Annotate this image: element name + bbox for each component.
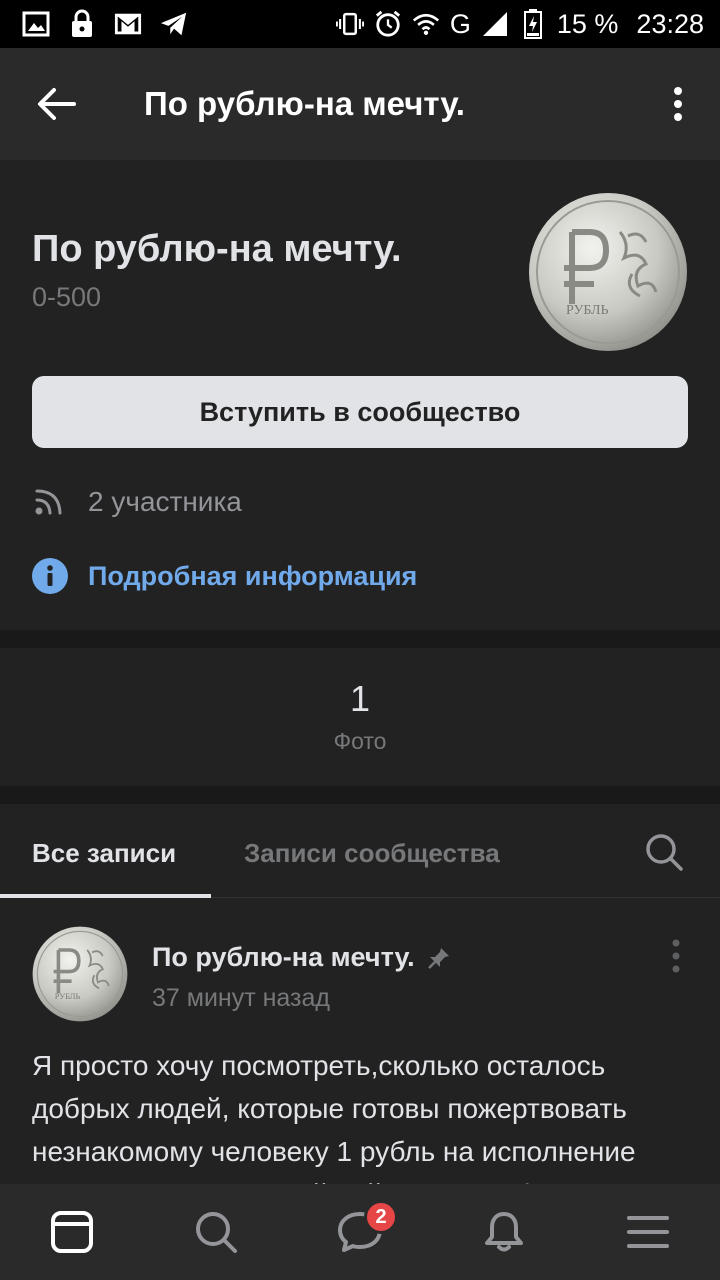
status-bar: G 15 % 23:28 <box>0 0 720 48</box>
telegram-icon <box>160 10 188 38</box>
messages-badge: 2 <box>364 1200 398 1234</box>
post-author[interactable]: По рублю-на мечту. <box>152 942 451 973</box>
nav-news[interactable] <box>36 1196 108 1268</box>
tab-all-posts[interactable]: Все записи <box>32 838 176 869</box>
battery-level: 15 % <box>556 8 619 39</box>
gmail-icon <box>114 10 142 38</box>
image-icon <box>22 10 50 38</box>
notifications-icon <box>485 1212 523 1252</box>
pin-icon <box>427 947 449 969</box>
info-icon <box>32 558 68 594</box>
tab-community-posts[interactable]: Записи сообщества <box>244 838 500 869</box>
post-more-button[interactable] <box>664 938 688 974</box>
nav-search[interactable] <box>180 1196 252 1268</box>
wall-post: РУБЛЬ По рублю-на мечту. 37 минут назад … <box>0 898 720 1186</box>
network-type: G <box>449 8 471 39</box>
page-title: По рублю-на мечту. <box>144 85 465 122</box>
group-header: По рублю-на мечту. 0-500 РУБЛЬ Вступить … <box>0 160 720 630</box>
signal-icon <box>481 10 509 38</box>
wall-search-button[interactable] <box>644 832 684 872</box>
nav-notifications[interactable] <box>468 1196 540 1268</box>
post-author-avatar[interactable]: РУБЛЬ <box>32 926 128 1022</box>
group-name: По рублю-на мечту. <box>32 228 402 270</box>
svg-text:РУБЛЬ: РУБЛЬ <box>566 303 609 318</box>
wifi-icon <box>412 10 440 38</box>
vibrate-icon <box>335 10 364 38</box>
members-row[interactable]: 2 участника <box>32 486 242 518</box>
alarm-icon <box>374 10 402 38</box>
nav-menu[interactable] <box>612 1196 684 1268</box>
details-link-label: Подробная информация <box>88 560 418 591</box>
search-icon <box>196 1212 237 1253</box>
rss-icon <box>35 489 62 515</box>
back-button[interactable] <box>0 48 112 160</box>
wall-tabs: Все записи Записи сообщества <box>0 804 720 898</box>
group-avatar[interactable]: РУБЛЬ <box>528 192 688 352</box>
join-group-button[interactable]: Вступить в сообщество <box>32 376 688 448</box>
more-options-button[interactable] <box>658 84 698 124</box>
photos-label: Фото <box>333 728 387 754</box>
battery-icon <box>519 9 547 39</box>
svg-text:РУБЛЬ: РУБЛЬ <box>55 992 81 1001</box>
members-count: 2 участника <box>88 486 242 517</box>
group-status: 0-500 <box>32 282 102 312</box>
post-time: 37 минут назад <box>152 984 330 1012</box>
news-icon <box>51 1211 93 1253</box>
photos-count: 1 <box>349 678 371 719</box>
post-text: Я просто хочу посмотреть,сколько осталос… <box>32 1050 636 1186</box>
bottom-navigation: 2 <box>0 1184 720 1280</box>
app-bar: По рублю-на мечту. <box>0 48 720 160</box>
nav-messages[interactable]: 2 <box>324 1196 398 1268</box>
post-author-name: По рублю-на мечту. <box>152 942 415 972</box>
arrow-left-icon <box>38 88 76 120</box>
more-vertical-icon <box>674 87 682 121</box>
clock: 23:28 <box>636 8 704 39</box>
more-vertical-icon <box>672 939 680 973</box>
photos-counter[interactable]: 1 Фото <box>0 648 720 786</box>
menu-icon <box>627 1216 669 1248</box>
search-icon <box>646 834 683 871</box>
lock-icon <box>68 9 96 38</box>
details-link[interactable]: Подробная информация <box>32 558 417 594</box>
